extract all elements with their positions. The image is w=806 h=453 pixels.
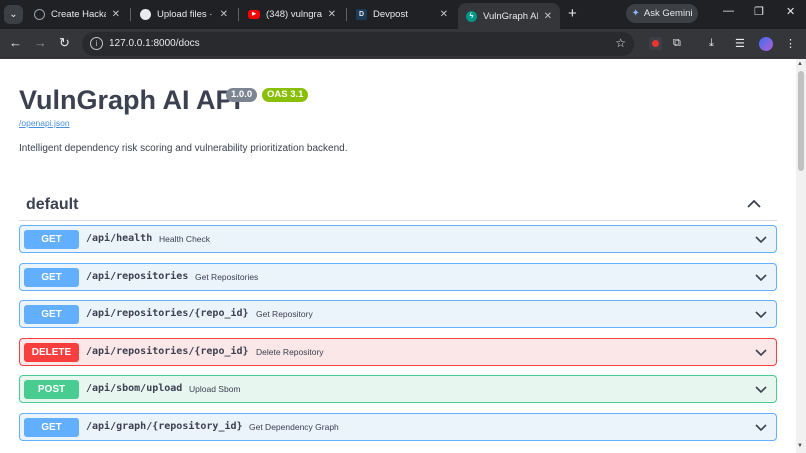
chevron-down-icon[interactable] bbox=[754, 307, 768, 321]
downloads-icon[interactable]: ⤓ bbox=[709, 37, 714, 50]
tab-divider bbox=[130, 8, 131, 21]
openapi-json-link[interactable]: /openapi.json bbox=[19, 118, 70, 128]
tab-create-hackathon[interactable]: Create Hackatho ✕ bbox=[26, 3, 128, 25]
operation-get-health[interactable]: GET /api/health Health Check bbox=[19, 225, 777, 253]
chevron-down-icon[interactable] bbox=[754, 270, 768, 284]
fastapi-icon: ϟ bbox=[466, 10, 477, 22]
operation-get-dependency-graph[interactable]: GET /api/graph/{repository_id} Get Depen… bbox=[19, 413, 777, 441]
tab-youtube[interactable]: ▶ (348) vulngraph ✕ bbox=[240, 3, 344, 25]
site-info-icon[interactable]: i bbox=[90, 37, 103, 50]
operation-summary: Upload Sbom bbox=[189, 384, 241, 394]
operation-path: /api/health bbox=[86, 233, 153, 244]
chevron-down-icon[interactable] bbox=[754, 232, 768, 246]
operation-post-sbom-upload[interactable]: POST /api/sbom/upload Upload Sbom bbox=[19, 375, 777, 403]
api-description: Intelligent dependency risk scoring and … bbox=[19, 143, 348, 154]
chevron-down-icon[interactable] bbox=[754, 382, 768, 396]
scrollbar-thumb[interactable] bbox=[798, 71, 804, 171]
chevron-down-icon[interactable] bbox=[754, 420, 768, 434]
tab-vulngraph-docs[interactable]: ϟ VulnGraph AI AP ✕ bbox=[458, 3, 560, 29]
tab-title: Upload files · als bbox=[157, 8, 214, 20]
new-tab-button[interactable]: + bbox=[568, 5, 577, 22]
method-badge: GET bbox=[24, 305, 79, 324]
close-icon[interactable]: ✕ bbox=[328, 9, 336, 20]
tab-divider bbox=[238, 8, 239, 21]
back-icon[interactable]: ← bbox=[9, 35, 22, 50]
close-icon[interactable]: ✕ bbox=[440, 9, 448, 20]
extension-record-icon[interactable] bbox=[649, 37, 662, 50]
section-title: default bbox=[26, 196, 79, 213]
devpost-icon: D bbox=[356, 8, 367, 20]
operation-get-repositories[interactable]: GET /api/repositories Get Repositories bbox=[19, 263, 777, 291]
operation-path: /api/sbom/upload bbox=[86, 383, 183, 394]
operation-summary: Get Repository bbox=[256, 309, 313, 319]
ask-gemini-label: Ask Gemini bbox=[643, 8, 693, 19]
tab-strip: ⌄ Create Hackatho ✕ Upload files · als ✕… bbox=[0, 0, 806, 29]
restore-icon[interactable]: ❐ bbox=[754, 5, 764, 18]
close-icon[interactable]: ✕ bbox=[544, 11, 552, 22]
ask-gemini-button[interactable]: ✦ Ask Gemini bbox=[626, 4, 698, 23]
method-badge: GET bbox=[24, 230, 79, 249]
close-icon[interactable]: ✕ bbox=[112, 9, 120, 20]
scroll-down-arrow-icon[interactable]: ▼ bbox=[797, 443, 803, 449]
method-badge: GET bbox=[24, 418, 79, 437]
operation-summary: Get Dependency Graph bbox=[249, 422, 339, 432]
operation-delete-repository[interactable]: DELETE /api/repositories/{repo_id} Delet… bbox=[19, 338, 777, 366]
chevron-down-icon[interactable] bbox=[754, 345, 768, 359]
tab-devpost[interactable]: D Devpost ✕ bbox=[348, 3, 456, 25]
operation-path: /api/graph/{repository_id} bbox=[86, 421, 243, 432]
page-scrollbar[interactable]: ▲ ▼ bbox=[796, 59, 806, 453]
gemini-sparkle-icon: ✦ bbox=[631, 8, 640, 19]
profile-avatar[interactable] bbox=[759, 37, 773, 51]
chevron-up-icon[interactable] bbox=[745, 195, 763, 213]
tab-search-chevron-icon[interactable]: ⌄ bbox=[4, 5, 23, 24]
minimize-icon[interactable]: — bbox=[723, 5, 734, 17]
method-badge: GET bbox=[24, 268, 79, 287]
media-queue-icon[interactable]: ☰ bbox=[735, 37, 745, 50]
operation-get-repository[interactable]: GET /api/repositories/{repo_id} Get Repo… bbox=[19, 300, 777, 328]
section-default-header[interactable]: default bbox=[19, 189, 777, 221]
method-badge: DELETE bbox=[24, 343, 79, 362]
method-badge: POST bbox=[24, 380, 79, 399]
url-text[interactable]: 127.0.0.1:8000/docs bbox=[109, 38, 200, 49]
tab-title: (348) vulngraph bbox=[266, 8, 322, 20]
extensions-puzzle-icon[interactable]: ⧉ bbox=[673, 37, 681, 50]
menu-kebab-icon[interactable]: ⋮ bbox=[785, 37, 796, 50]
api-title: VulnGraph AI API bbox=[19, 85, 242, 115]
close-icon[interactable]: ✕ bbox=[220, 9, 228, 20]
youtube-icon: ▶ bbox=[248, 9, 260, 19]
operation-summary: Health Check bbox=[159, 234, 211, 244]
tab-title: VulnGraph AI AP bbox=[483, 10, 538, 22]
tab-title: Create Hackatho bbox=[51, 8, 106, 20]
swagger-page: VulnGraph AI API 1.0.0 OAS 3.1 /openapi.… bbox=[0, 59, 796, 453]
operation-path: /api/repositories/{repo_id} bbox=[86, 308, 249, 319]
address-bar[interactable]: i 127.0.0.1:8000/docs ☆ bbox=[82, 32, 634, 56]
version-badge: 1.0.0 bbox=[226, 88, 258, 102]
forward-icon[interactable]: → bbox=[34, 35, 47, 50]
tab-upload-files[interactable]: Upload files · als ✕ bbox=[132, 3, 236, 25]
scroll-up-arrow-icon[interactable]: ▲ bbox=[797, 61, 803, 67]
operation-path: /api/repositories/{repo_id} bbox=[86, 346, 249, 357]
operation-summary: Get Repositories bbox=[195, 272, 259, 282]
reload-icon[interactable]: ↻ bbox=[59, 35, 70, 51]
bookmark-star-icon[interactable]: ☆ bbox=[615, 36, 626, 50]
github-icon bbox=[140, 8, 151, 20]
gear-icon bbox=[34, 8, 45, 20]
oas-badge: OAS 3.1 bbox=[262, 88, 309, 102]
window-close-icon[interactable]: ✕ bbox=[786, 5, 795, 18]
tab-title: Devpost bbox=[373, 8, 408, 20]
operation-path: /api/repositories bbox=[86, 271, 189, 282]
operation-summary: Delete Repository bbox=[256, 347, 324, 357]
browser-toolbar: ← → ↻ i 127.0.0.1:8000/docs ☆ ⧉ ⤓ ☰ ⋮ bbox=[0, 29, 806, 59]
tab-divider bbox=[346, 8, 347, 21]
